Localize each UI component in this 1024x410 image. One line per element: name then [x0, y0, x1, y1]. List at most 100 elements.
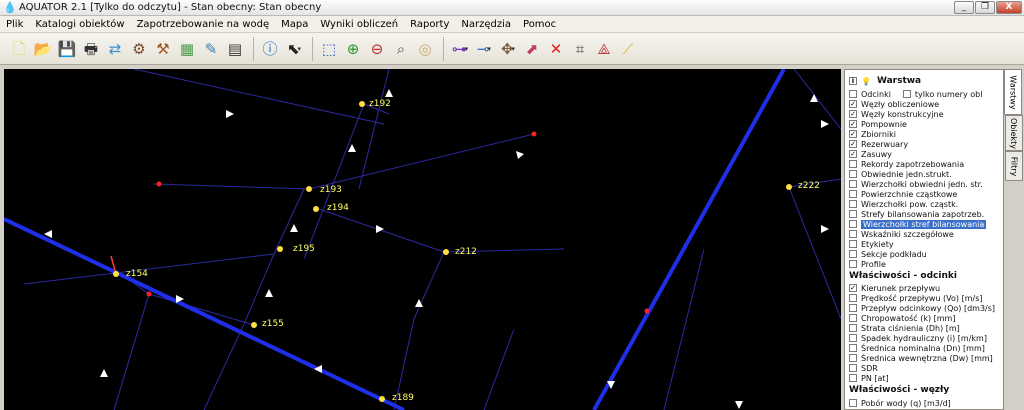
- node-label-z222[interactable]: z222: [798, 181, 820, 191]
- property-checkbox[interactable]: [849, 354, 857, 362]
- property-row[interactable]: Spadek hydrauliczny (i) [m/km]: [849, 333, 987, 343]
- property-row[interactable]: Pobór wody (q) [m3/d]: [849, 398, 951, 408]
- property-checkbox[interactable]: [849, 399, 857, 407]
- property-checkbox[interactable]: [849, 334, 857, 342]
- select-area-icon[interactable]: ⬚: [318, 38, 340, 60]
- menu-mapa[interactable]: Mapa: [275, 19, 314, 30]
- menu-pomoc[interactable]: Pomoc: [517, 19, 562, 30]
- property-row[interactable]: SDR: [849, 363, 878, 373]
- layer-checkbox[interactable]: [849, 240, 857, 248]
- layer-checkbox[interactable]: [849, 180, 857, 188]
- property-row[interactable]: Średnica nominalna (Dn) [mm]: [849, 343, 985, 353]
- layer-row[interactable]: Etykiety: [849, 239, 894, 249]
- layer-row-selected[interactable]: Wierzchołki stref bilansowania: [849, 219, 987, 229]
- move-node-icon[interactable]: ✥: [497, 38, 519, 60]
- layer-checkbox[interactable]: [849, 230, 857, 238]
- node-label-z154[interactable]: z154: [126, 269, 148, 279]
- zoom-in-icon[interactable]: ⊕: [342, 38, 364, 60]
- node-label-z193[interactable]: z193: [320, 185, 342, 195]
- pipe-network-icon[interactable]: ⚙: [128, 38, 150, 60]
- property-checkbox[interactable]: [849, 324, 857, 332]
- transform-icon[interactable]: ⬈: [521, 38, 543, 60]
- property-row[interactable]: Prędkość przepływu (Vo) [m/s]: [849, 293, 982, 303]
- menu-katalogi-obiektow[interactable]: Katalogi obiektów: [29, 19, 130, 30]
- calculator-icon[interactable]: ▤: [224, 38, 246, 60]
- valve-icon[interactable]: ⚒: [152, 38, 174, 60]
- add-node-icon[interactable]: ⊶: [449, 38, 471, 60]
- add-pipe-icon[interactable]: ⊸: [473, 38, 495, 60]
- measure-icon[interactable]: ⟁: [593, 38, 615, 60]
- layer-checkbox-checked[interactable]: ✓: [849, 130, 857, 138]
- property-checkbox[interactable]: [849, 294, 857, 302]
- layer-row[interactable]: Wskaźniki szczegółowe: [849, 229, 954, 239]
- tab-filtry[interactable]: Filtry: [1005, 151, 1023, 181]
- property-row[interactable]: Strata ciśnienia (Dh) [m]: [849, 323, 960, 333]
- property-checkbox[interactable]: [849, 304, 857, 312]
- select-arrow-icon[interactable]: ⬉: [283, 38, 305, 60]
- property-checkbox[interactable]: [849, 344, 857, 352]
- delete-icon[interactable]: ✕: [545, 38, 567, 60]
- layer-row[interactable]: ✓ Zbiorniki: [849, 129, 896, 139]
- layer-row[interactable]: Wierzchołki obwiedni jedn. str.: [849, 179, 983, 189]
- print-icon[interactable]: 🖶: [80, 38, 102, 60]
- layer-checkbox[interactable]: [849, 260, 857, 268]
- zoom-out-icon[interactable]: ⊖: [366, 38, 388, 60]
- tab-warstwy[interactable]: Warstwy: [1004, 69, 1022, 115]
- close-button[interactable]: X: [996, 1, 1022, 14]
- layer-row[interactable]: ✓ Węzły obliczeniowe: [849, 99, 939, 109]
- numbers-only-checkbox[interactable]: [902, 90, 911, 98]
- save-icon[interactable]: 💾: [56, 38, 78, 60]
- refresh-arrows-icon[interactable]: ⇄: [104, 38, 126, 60]
- layer-checkbox[interactable]: [849, 170, 857, 178]
- layer-row[interactable]: ✓ Zasuwy: [849, 149, 892, 159]
- layer-checkbox[interactable]: [849, 210, 857, 218]
- property-checkbox[interactable]: [849, 364, 857, 372]
- layer-checkbox[interactable]: [849, 90, 857, 98]
- edit-map-icon[interactable]: ✎: [200, 38, 222, 60]
- property-row[interactable]: Chropowatość (k) [mm]: [849, 313, 955, 323]
- menu-raporty[interactable]: Raporty: [404, 19, 455, 30]
- layer-checkbox[interactable]: [849, 190, 857, 198]
- node-label-z155[interactable]: z155: [262, 319, 284, 329]
- node-label-z212[interactable]: z212: [455, 247, 477, 257]
- layer-checkbox-checked[interactable]: ✓: [849, 120, 857, 128]
- layer-row[interactable]: Obwiednie jedn.strukt.: [849, 169, 952, 179]
- zoom-fit-icon[interactable]: ⌕: [390, 38, 412, 60]
- property-row[interactable]: PN [at]: [849, 373, 889, 383]
- layer-row[interactable]: Powierzchnie cząstkowe: [849, 189, 957, 199]
- map-icon[interactable]: ▦: [176, 38, 198, 60]
- layer-row[interactable]: ✓ Węzły konstrukcyjne: [849, 109, 944, 119]
- menu-wyniki-obliczen[interactable]: Wyniki obliczeń: [314, 19, 404, 30]
- property-row[interactable]: Średnica wewnętrzna (Dw) [mm]: [849, 353, 993, 363]
- layer-checkbox-checked[interactable]: ✓: [849, 140, 857, 148]
- property-checkbox[interactable]: [849, 374, 857, 382]
- property-checkbox-checked[interactable]: ✓: [849, 284, 857, 292]
- layer-checkbox[interactable]: [849, 220, 857, 228]
- layer-row[interactable]: ✓ Rezerwuary: [849, 139, 908, 149]
- new-file-icon[interactable]: 🗋: [8, 38, 30, 60]
- layer-checkbox[interactable]: [849, 250, 857, 258]
- node-label-z194[interactable]: z194: [327, 203, 349, 213]
- grid-snap-icon[interactable]: ⌗: [569, 38, 591, 60]
- layer-checkbox[interactable]: [849, 160, 857, 168]
- minimize-button[interactable]: _: [954, 1, 974, 14]
- layer-checkbox-checked[interactable]: ✓: [849, 150, 857, 158]
- map-canvas[interactable]: z192 z193 z194 z195 z212 z154 z155 z189 …: [4, 69, 841, 410]
- restore-button[interactable]: ❐: [975, 1, 995, 14]
- property-row[interactable]: ✓ Kierunek przepływu: [849, 283, 940, 293]
- menu-narzedzia[interactable]: Narzędzia: [455, 19, 517, 30]
- layer-row[interactable]: Wierzchołki pow. cząstk.: [849, 199, 958, 209]
- layer-row[interactable]: Strefy bilansowania zapotrzeb.: [849, 209, 984, 219]
- menu-plik[interactable]: Plik: [0, 19, 29, 30]
- menu-zapotrzebowanie[interactable]: Zapotrzebowanie na wodę: [131, 19, 276, 30]
- property-row[interactable]: Przepływ odcinkowy (Qo) [dm3/s]: [849, 303, 995, 313]
- layer-row[interactable]: ✓ Pompownie: [849, 119, 907, 129]
- node-label-z189[interactable]: z189: [392, 393, 414, 403]
- layer-row[interactable]: Rekordy zapotrzebowania: [849, 159, 964, 169]
- tab-obiekty[interactable]: Obiekty: [1005, 115, 1023, 151]
- node-label-z192[interactable]: z192: [369, 99, 391, 109]
- layer-row-odcinki[interactable]: Odcinki tylko numery obl: [849, 89, 982, 99]
- node-label-z195[interactable]: z195: [293, 244, 315, 254]
- layer-checkbox-checked[interactable]: ✓: [849, 100, 857, 108]
- layer-checkbox[interactable]: [849, 200, 857, 208]
